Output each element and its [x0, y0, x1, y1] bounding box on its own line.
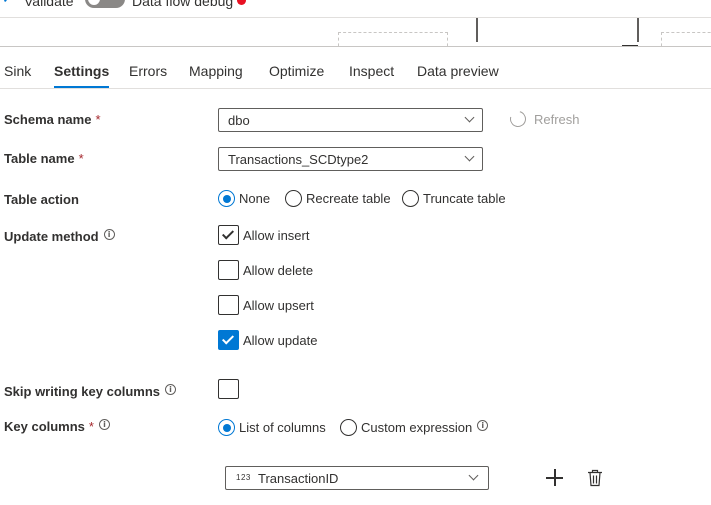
data-flow-debug-toggle[interactable] [85, 0, 125, 8]
trash-icon [588, 469, 602, 487]
info-icon[interactable]: i [165, 384, 177, 395]
tab-inspect[interactable]: Inspect [349, 63, 394, 79]
required-marker: * [88, 419, 94, 434]
delete-trash-icon[interactable] [587, 469, 603, 487]
checkbox-box [218, 295, 239, 315]
refresh-icon [507, 108, 529, 130]
checkbox-box [218, 379, 239, 399]
schema-name-value: dbo [228, 113, 250, 128]
table-name-select[interactable]: Transactions_SCDtype2 [218, 147, 483, 171]
skip-writing-key-columns-label: Skip writing key columns i [4, 384, 177, 399]
graph-node[interactable] [338, 32, 448, 46]
chevron-down-icon [464, 151, 475, 162]
tab-sink[interactable]: Sink [4, 63, 31, 79]
graph-canvas[interactable] [0, 18, 711, 47]
tab-optimize[interactable]: Optimize [269, 63, 324, 79]
radio-circle [218, 419, 235, 436]
radio-circle [402, 190, 419, 207]
graph-node[interactable] [661, 32, 711, 46]
settings-tab-bar: Sink Settings Errors Mapping Optimize In… [0, 53, 711, 89]
radio-circle [340, 419, 357, 436]
refresh-button[interactable]: Refresh [507, 108, 580, 130]
toolbar: ✓ Validate Data flow debug [0, 0, 711, 18]
tab-mapping[interactable]: Mapping [189, 63, 243, 79]
chevron-down-icon [468, 470, 479, 481]
table-action-label: Table action [4, 192, 79, 207]
checkbox-box [218, 260, 239, 280]
info-icon[interactable]: i [477, 420, 489, 431]
required-marker: * [95, 112, 101, 127]
checkmark-icon: ✓ [2, 0, 13, 7]
info-icon[interactable]: i [103, 229, 115, 240]
radio-circle [218, 190, 235, 207]
chevron-down-icon [464, 112, 475, 123]
tab-errors[interactable]: Errors [129, 63, 167, 79]
add-column-plus-icon[interactable] [546, 469, 563, 486]
tab-data-preview[interactable]: Data preview [417, 63, 499, 79]
graph-connector [622, 45, 638, 46]
radio-circle [285, 190, 302, 207]
schema-name-label: Schema name * [4, 112, 101, 127]
schema-name-select[interactable]: dbo [218, 108, 483, 132]
tab-settings[interactable]: Settings [54, 63, 110, 88]
table-name-label: Table name * [4, 151, 84, 166]
key-column-select[interactable]: 123 TransactionID [225, 466, 489, 490]
update-method-label: Update method i [4, 229, 115, 244]
info-icon[interactable]: i [98, 419, 110, 430]
integer-type-icon: 123 [236, 473, 251, 482]
required-marker: * [78, 151, 84, 166]
key-column-value: TransactionID [258, 471, 339, 486]
data-flow-debug-label: Data flow debug [132, 0, 234, 9]
debug-status-dot [237, 0, 246, 5]
table-name-value: Transactions_SCDtype2 [228, 152, 369, 167]
key-columns-label: Key columns * i [4, 419, 110, 434]
graph-node-edge [476, 18, 478, 42]
validate-button[interactable]: Validate [24, 0, 74, 9]
graph-node-edge [637, 18, 639, 42]
